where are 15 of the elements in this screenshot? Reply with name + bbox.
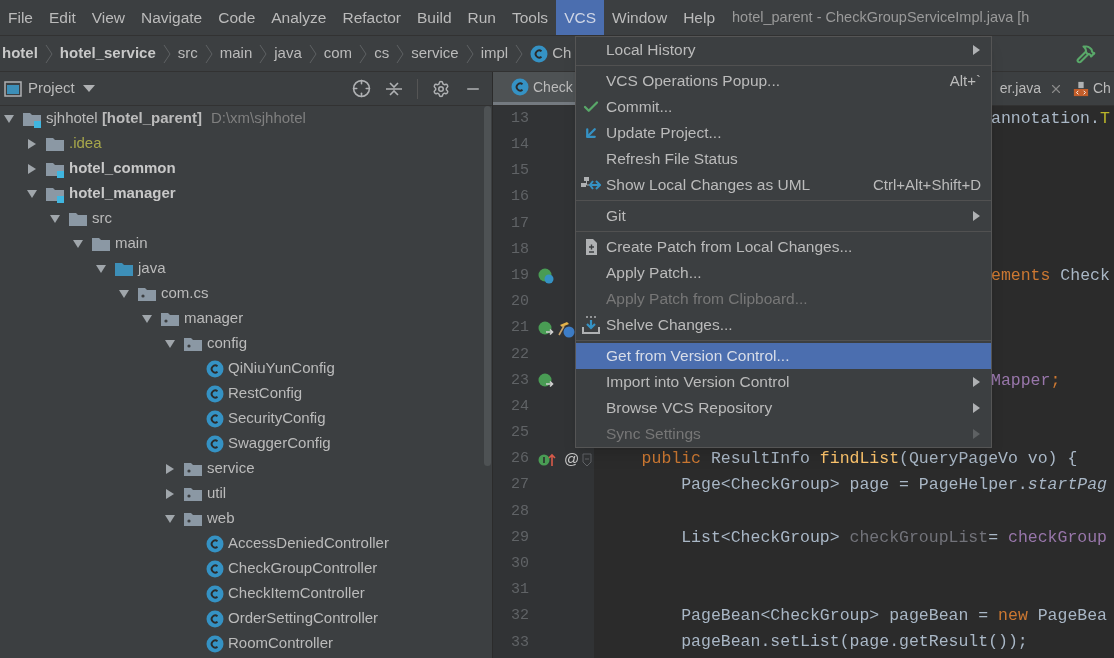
code-line: pageBean.setList(page.getResult()); xyxy=(680,631,1028,654)
code-line: annotation.T xyxy=(991,107,1110,130)
code-line: ements Check xyxy=(991,264,1110,287)
tab-label: Check xyxy=(533,77,573,97)
window-title: hotel_parent - CheckGroupServiceImpl.java [h xyxy=(732,7,1030,27)
code-line: List<CheckGroup> checkGroupList= checkGroup xyxy=(680,526,1107,549)
code-line: public ResultInfo findList(QueryPageVo vo) { xyxy=(640,448,1078,471)
code-line: Mapper; xyxy=(991,369,1061,392)
tree-item-path: D:\xm\sjhhotel xyxy=(210,108,306,129)
shortcut-text: Ctrl+Alt+Shift+D xyxy=(873,174,981,195)
shortcut-text: Alt+` xyxy=(949,70,981,91)
tab-label: Ch xyxy=(1093,79,1111,98)
code-line: Page<CheckGroup> page = PageHelper.startPag xyxy=(680,474,1107,497)
tab-label: er.java xyxy=(999,79,1041,98)
code-line: PageBean<CheckGroup> pageBean = new PageBea xyxy=(680,605,1107,628)
